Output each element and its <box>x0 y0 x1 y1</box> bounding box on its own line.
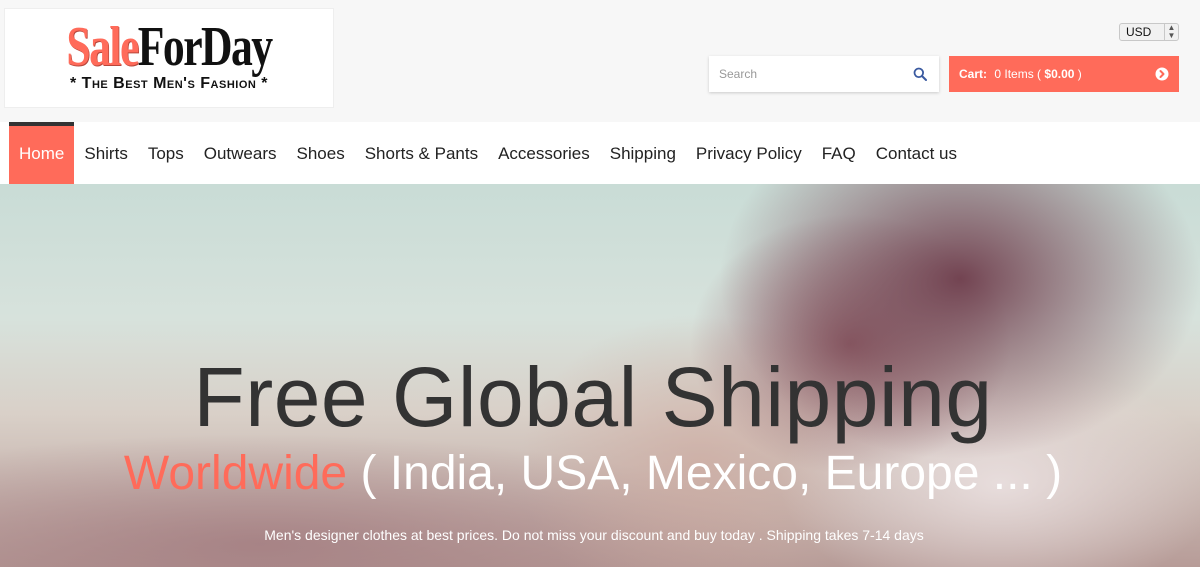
cart-item-count: 0 Items ( <box>994 67 1042 81</box>
search-box <box>709 56 939 92</box>
nav-item-shirts[interactable]: Shirts <box>74 122 137 184</box>
main-nav: Home Shirts Tops Outwears Shoes Shorts &… <box>0 122 1200 184</box>
cart-label: Cart: <box>959 67 988 81</box>
hero-subtitle-countries: ( India, USA, Mexico, Europe ... ) <box>347 447 1063 500</box>
nav-item-shipping[interactable]: Shipping <box>600 122 686 184</box>
nav-item-accessories[interactable]: Accessories <box>488 122 600 184</box>
hero-description: Men's designer clothes at best prices. D… <box>264 527 924 543</box>
nav-item-shoes[interactable]: Shoes <box>287 122 355 184</box>
cart-total: $0.00 <box>1044 67 1075 81</box>
chevron-right-circle-icon <box>1155 67 1169 81</box>
nav-item-home[interactable]: Home <box>9 122 75 184</box>
hero-subtitle-highlight: Worldwide <box>123 447 348 500</box>
nav-item-shorts-pants[interactable]: Shorts & Pants <box>355 122 488 184</box>
currency-select[interactable]: USD ▲ ▼ <box>1119 23 1179 41</box>
cart-button[interactable]: Cart: 0 Items ( $0.00 ) <box>949 56 1179 92</box>
cart-paren: ) <box>1077 67 1082 81</box>
nav-list: Home Shirts Tops Outwears Shoes Shorts &… <box>9 122 967 184</box>
nav-item-contact-us[interactable]: Contact us <box>866 122 967 184</box>
currency-value: USD <box>1126 25 1152 39</box>
site-logo[interactable]: SaleForDay * The Best Men's Fashion * <box>4 8 334 108</box>
select-arrows-icon: ▲ ▼ <box>1164 24 1178 40</box>
search-input[interactable] <box>709 56 899 92</box>
nav-item-outwears[interactable]: Outwears <box>194 122 287 184</box>
hero-subtitle: Worldwide ( India, USA, Mexico, Europe .… <box>0 448 1186 500</box>
hero-title: Free Global Shipping <box>193 350 993 444</box>
hero-banner: Free Global Shipping Worldwide ( India, … <box>0 184 1200 567</box>
site-header: SaleForDay * The Best Men's Fashion * US… <box>0 0 1200 122</box>
logo-wordmark: SaleForDay <box>66 16 273 78</box>
logo-tagline: * The Best Men's Fashion * <box>70 75 268 92</box>
nav-item-tops[interactable]: Tops <box>138 122 194 184</box>
search-icon[interactable] <box>913 67 927 81</box>
nav-item-privacy-policy[interactable]: Privacy Policy <box>686 122 812 184</box>
nav-item-faq[interactable]: FAQ <box>812 122 866 184</box>
